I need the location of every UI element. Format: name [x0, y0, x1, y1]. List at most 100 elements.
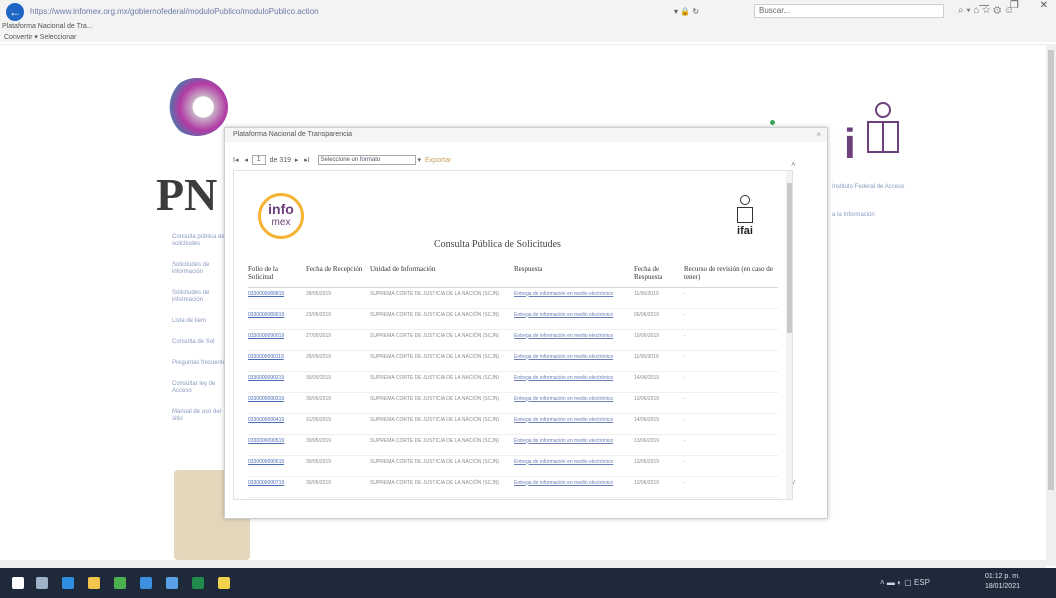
table-cell-resp_fecha: 06/06/2019 — [634, 308, 684, 330]
table-cell-respuesta[interactable]: Entrega de información en medio electrón… — [514, 308, 634, 330]
side-link[interactable]: Consulta pública de solicitudes — [172, 234, 232, 248]
report-scrollbar[interactable] — [786, 171, 792, 499]
modal-title: Plataforma Nacional de Transparencia — [225, 128, 827, 142]
side-link[interactable]: Consultar ley de Acceso — [172, 381, 232, 395]
table-cell-folio[interactable]: 0330000090419 — [248, 413, 306, 435]
reload-icon[interactable]: ↻ — [692, 7, 699, 16]
chrome-icon[interactable] — [114, 577, 126, 589]
side-link[interactable]: Consulta de Sol — [172, 339, 232, 346]
table-cell-unidad: SUPREMA CORTE DE JUSTICIA DE LA NACIÓN (… — [370, 455, 514, 477]
table-cell-folio[interactable]: 0330000090319 — [248, 392, 306, 414]
screen: ← https://www.infomex.org.mx/gobiernofed… — [0, 0, 1056, 598]
table-cell-respuesta[interactable]: Entrega de información en medio electrón… — [514, 392, 634, 414]
table-cell-respuesta[interactable]: Entrega de información en medio electrón… — [514, 455, 634, 477]
close-icon[interactable]: × — [816, 128, 821, 142]
table-cell-fecha: 30/05/2019 — [306, 434, 370, 456]
table-cell-recurso: - — [684, 392, 778, 414]
close-icon[interactable]: ✕ — [1040, 0, 1048, 11]
page-number-input[interactable]: 1 — [251, 155, 266, 166]
table-cell-respuesta[interactable]: Entrega de información en medio electrón… — [514, 329, 634, 351]
table-cell-unidad: SUPREMA CORTE DE JUSTICIA DE LA NACIÓN (… — [370, 392, 514, 414]
window-controls[interactable]: — ❐ ✕ — [961, 0, 1048, 12]
export-link[interactable]: Exportar — [425, 157, 451, 164]
table-cell-resp_fecha: 11/06/2019 — [634, 287, 684, 309]
table-cell-folio[interactable]: 0330000089819 — [248, 287, 306, 309]
page-scrollbar[interactable] — [1046, 44, 1056, 566]
address-bar[interactable]: https://www.infomex.org.mx/gobiernofeder… — [30, 5, 390, 19]
table-cell-recurso: - — [684, 455, 778, 477]
search-input[interactable]: Buscar... — [754, 4, 944, 18]
ifai-head-icon — [740, 195, 750, 205]
excel-icon[interactable] — [192, 577, 204, 589]
system-tray-icons[interactable]: ˄ ▬ ◐ ▢ ESP — [880, 578, 960, 588]
mail-icon[interactable] — [140, 577, 152, 589]
report-modal: Plataforma Nacional de Transparencia × I… — [224, 127, 828, 519]
internet-explorer-icon[interactable] — [62, 577, 74, 589]
table-cell-resp_fecha: 10/06/2019 — [634, 329, 684, 351]
table-cell-unidad: SUPREMA CORTE DE JUSTICIA DE LA NACIÓN (… — [370, 287, 514, 309]
table-cell-folio[interactable]: 0330000090519 — [248, 434, 306, 456]
app-icon[interactable] — [166, 577, 178, 589]
prev-page-button[interactable]: ◂ — [244, 157, 248, 164]
horizontal-scrollbar[interactable] — [0, 560, 1046, 568]
table-cell-recurso: - — [684, 329, 778, 351]
chevron-up-icon[interactable]: ˄ — [791, 160, 796, 169]
file-explorer-icon[interactable] — [88, 577, 100, 589]
table-row: 0330000090719 30/05/2019 SUPREMA CORTE DE … — [248, 476, 778, 498]
table-cell-folio[interactable]: 0330000090019 — [248, 329, 306, 351]
browser-tab[interactable]: Plataforma Nacional de Tra... — [2, 21, 152, 33]
side-link[interactable]: Solicitudes de información — [172, 290, 232, 304]
first-page-button[interactable]: I◂ — [233, 157, 238, 164]
table-cell-folio[interactable]: 0330000090619 — [248, 455, 306, 477]
table-cell-folio[interactable]: 0330000089919 — [248, 308, 306, 330]
sticky-icon[interactable] — [218, 577, 230, 589]
table-cell-respuesta[interactable]: Entrega de información en medio electrón… — [514, 371, 634, 393]
column-header: Fecha de Respuesta — [634, 265, 684, 288]
table-cell-recurso: - — [684, 476, 778, 498]
clock[interactable]: 01:12 p. m. 18/01/2021 — [960, 572, 1020, 594]
table-cell-respuesta[interactable]: Entrega de información en medio electrón… — [514, 287, 634, 309]
table-cell-fecha: 30/05/2019 — [306, 392, 370, 414]
scrollbar-thumb[interactable] — [787, 183, 792, 333]
right-caption: Instituto Federal de Acceso — [832, 184, 905, 190]
table-cell-folio[interactable]: 0330000090119 — [248, 350, 306, 372]
table-cell-recurso: - — [684, 350, 778, 372]
ifai-logo-letter: i — [844, 120, 856, 167]
language-indicator[interactable]: ESP — [914, 578, 930, 587]
favorites-bar[interactable]: Convertir ▾ Seleccionar — [0, 33, 1056, 43]
last-page-button[interactable]: ▸I — [304, 157, 309, 164]
table-cell-respuesta[interactable]: Entrega de información en medio electrón… — [514, 434, 634, 456]
ifai-body-icon — [737, 207, 753, 223]
back-button[interactable]: ← — [6, 3, 24, 21]
infomex-logo: info mex — [258, 193, 304, 239]
chevron-down-icon[interactable]: ▾ — [417, 157, 421, 164]
table-cell-fecha: 30/05/2019 — [306, 455, 370, 477]
restore-icon[interactable]: ❐ — [1010, 0, 1019, 11]
table-cell-folio[interactable]: 0330000090219 — [248, 371, 306, 393]
report-toolbar: I◂ ◂ 1 de 319 ▸ ▸I Seleccione un formato… — [233, 154, 793, 168]
table-row: 0330000089819 28/05/2019 SUPREMA CORTE DE … — [248, 287, 778, 309]
start-icon[interactable] — [12, 577, 24, 589]
side-link[interactable]: Manual de uso del sitio — [172, 409, 232, 423]
table-row: 0330000090019 27/05/2019 SUPREMA CORTE DE … — [248, 329, 778, 351]
table-cell-respuesta[interactable]: Entrega de información en medio electrón… — [514, 476, 634, 498]
column-header: Folio de la Solicitud — [248, 265, 306, 288]
table-row: 0330000090619 30/05/2019 SUPREMA CORTE DE … — [248, 455, 778, 477]
table-cell-folio[interactable]: 0330000090719 — [248, 476, 306, 498]
side-link[interactable]: Preguntas frecuentes — [172, 360, 232, 367]
table-cell-respuesta[interactable]: Entrega de información en medio electrón… — [514, 413, 634, 435]
next-page-button[interactable]: ▸ — [295, 157, 299, 164]
side-link[interactable]: Lista de tiem — [172, 318, 232, 325]
table-cell-fecha: 28/05/2019 — [306, 287, 370, 309]
side-link[interactable]: Solicitudes de información — [172, 262, 232, 276]
minimize-icon[interactable]: — — [979, 0, 989, 11]
table-cell-recurso: - — [684, 308, 778, 330]
table-cell-respuesta[interactable]: Entrega de información en medio electrón… — [514, 350, 634, 372]
table-cell-fecha: 23/05/2019 — [306, 308, 370, 330]
format-select[interactable]: Seleccione un formato — [317, 155, 416, 166]
table-cell-unidad: SUPREMA CORTE DE JUSTICIA DE LA NACIÓN (… — [370, 413, 514, 435]
task-view-icon[interactable] — [36, 577, 48, 589]
table-cell-unidad: SUPREMA CORTE DE JUSTICIA DE LA NACIÓN (… — [370, 434, 514, 456]
scrollbar-thumb[interactable] — [1048, 50, 1054, 490]
table-cell-resp_fecha: 13/06/2019 — [634, 476, 684, 498]
